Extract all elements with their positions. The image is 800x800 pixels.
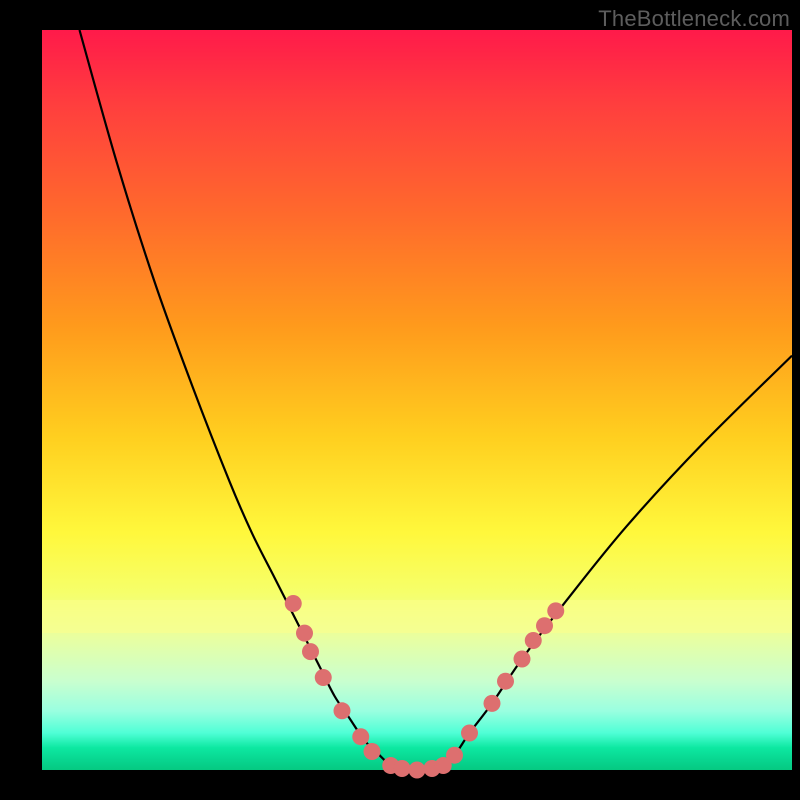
data-marker — [394, 760, 411, 777]
data-marker — [514, 651, 531, 668]
data-marker — [461, 725, 478, 742]
data-marker — [352, 728, 369, 745]
data-marker — [285, 595, 302, 612]
v-curve — [80, 30, 793, 771]
data-marker — [302, 643, 319, 660]
data-marker — [497, 673, 514, 690]
data-marker — [409, 762, 426, 779]
data-marker — [547, 602, 564, 619]
data-marker — [296, 625, 313, 642]
curve-markers — [285, 595, 565, 779]
data-marker — [525, 632, 542, 649]
plot-area — [42, 30, 792, 770]
data-marker — [484, 695, 501, 712]
data-marker — [364, 743, 381, 760]
data-marker — [315, 669, 332, 686]
bottleneck-curve — [42, 30, 792, 770]
watermark-text: TheBottleneck.com — [598, 6, 790, 32]
data-marker — [334, 702, 351, 719]
chart-frame: TheBottleneck.com — [0, 0, 800, 800]
data-marker — [446, 747, 463, 764]
data-marker — [536, 617, 553, 634]
curve-paths — [80, 30, 793, 771]
